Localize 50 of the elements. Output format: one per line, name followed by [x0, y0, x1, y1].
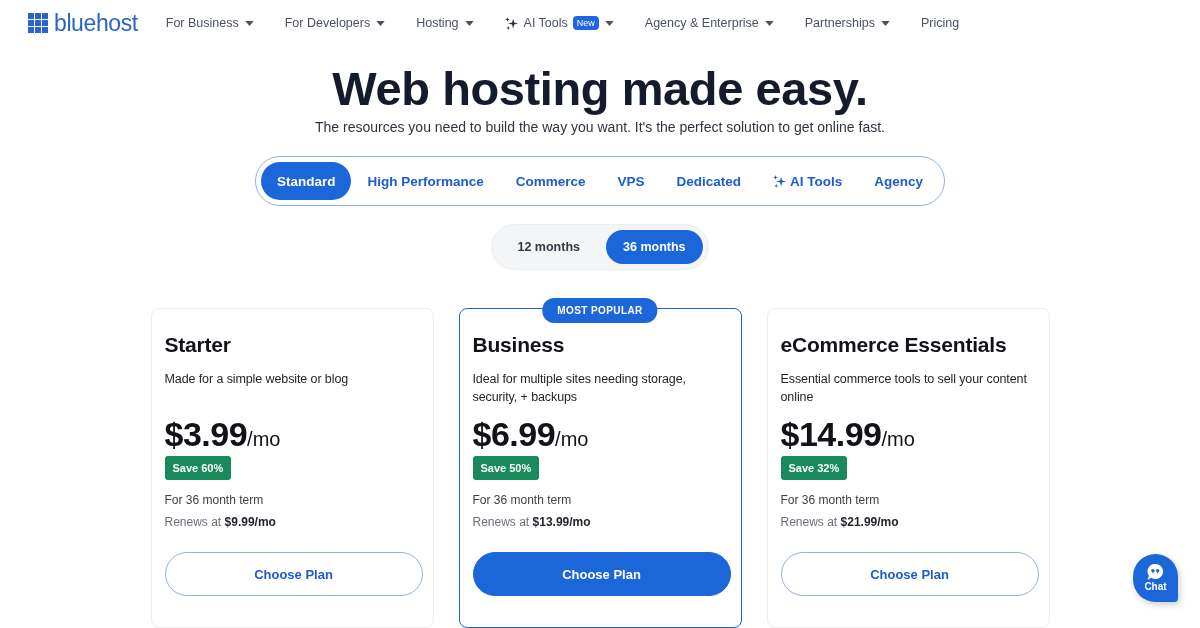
hero-title: Web hosting made easy.	[332, 63, 868, 115]
category-tab[interactable]: High Performance	[351, 162, 500, 200]
price-unit: /mo	[247, 428, 281, 451]
category-tab[interactable]: VPS	[601, 162, 661, 200]
renewal-text: Renews at $9.99/mo	[164, 514, 276, 531]
hero-subtitle: The resources you need to build the way you want. It's the perfect solution to get online fast.	[315, 118, 885, 137]
nav-menu-item[interactable]: Agency & Enterprise	[644, 16, 774, 30]
price-amount: $6.99	[472, 415, 556, 453]
nav-menu-item[interactable]: Partnerships	[804, 16, 890, 30]
plan-name: Starter	[164, 332, 231, 358]
term-text: For 36 month term	[164, 492, 264, 509]
plan-name: Business	[472, 332, 565, 358]
nav-menu-item[interactable]: For Developers	[284, 16, 386, 30]
nav-menu-item[interactable]: AI Tools New	[504, 16, 614, 30]
nav-menu-item[interactable]: For Business	[165, 16, 254, 30]
category-tab[interactable]: Commerce	[499, 162, 602, 200]
popular-ribbon: MOST POPULAR	[542, 298, 658, 323]
logo-wordmark[interactable]: bluehost	[54, 10, 138, 36]
savings-badge: Save 32%	[780, 456, 848, 480]
price-unit: /mo	[881, 428, 915, 451]
chat-icon	[1147, 564, 1164, 580]
category-tab[interactable]: AI Tools	[757, 162, 859, 200]
choose-plan-button[interactable]: Choose Plan	[472, 552, 731, 596]
term-text: For 36 month term	[780, 492, 880, 509]
price-unit: /mo	[555, 428, 589, 451]
price-amount: $14.99	[780, 415, 882, 453]
term-text: For 36 month term	[472, 492, 572, 509]
new-badge: New	[572, 16, 599, 30]
plan-description: Essential commerce tools to sell your content online	[780, 371, 1028, 406]
category-tab[interactable]: Standard	[260, 162, 352, 200]
plan-description: Ideal for multiple sites needing storage, security, + backups	[472, 371, 687, 406]
sparkle-icon	[773, 174, 787, 188]
category-tab[interactable]: Dedicated	[660, 162, 758, 200]
choose-plan-button[interactable]: Choose Plan	[780, 552, 1039, 596]
term-option[interactable]: 36 months	[606, 230, 703, 264]
choose-plan-button[interactable]: Choose Plan	[164, 552, 423, 596]
category-tab[interactable]: Agency	[858, 162, 940, 200]
plan-name: eCommerce Essentials	[780, 332, 1007, 358]
plan-description: Made for a simple website or blog	[164, 371, 349, 388]
renewal-text: Renews at $13.99/mo	[472, 514, 591, 531]
nav-menu-item[interactable]: Hosting	[416, 16, 474, 30]
price-amount: $3.99	[164, 415, 248, 453]
logo-grid-icon	[28, 13, 48, 33]
savings-badge: Save 60%	[164, 456, 232, 480]
term-option[interactable]: 12 months	[497, 230, 600, 264]
chat-button[interactable]: Chat	[1133, 554, 1178, 602]
savings-badge: Save 50%	[472, 456, 540, 480]
sparkle-icon	[504, 16, 518, 30]
renewal-text: Renews at $21.99/mo	[780, 514, 899, 531]
nav-menu-item[interactable]: Pricing	[920, 16, 960, 30]
